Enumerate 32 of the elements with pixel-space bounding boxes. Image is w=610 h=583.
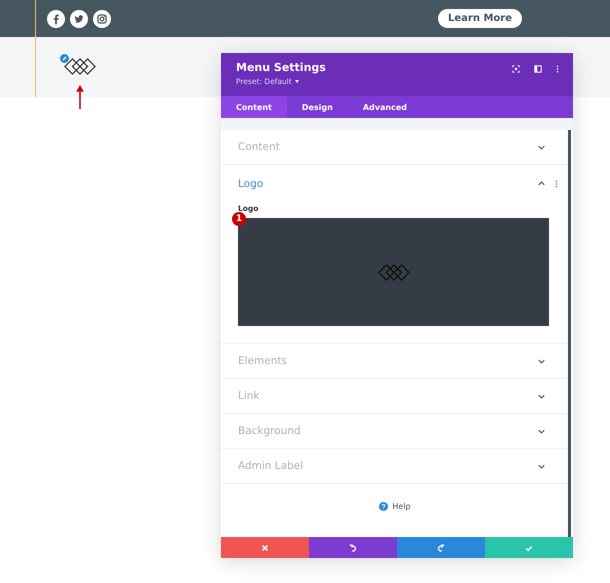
search-field[interactable] bbox=[221, 118, 573, 130]
redo-icon bbox=[437, 544, 445, 552]
more-icon[interactable] bbox=[556, 65, 559, 73]
number-badge: 1 bbox=[232, 212, 246, 226]
chevron-down-icon[interactable] bbox=[538, 358, 545, 364]
help-link[interactable]: Help bbox=[392, 502, 411, 511]
arrow-icon bbox=[75, 84, 85, 109]
facebook-icon[interactable] bbox=[47, 10, 65, 28]
section-title[interactable]: Logo bbox=[238, 178, 264, 190]
twitter-icon[interactable] bbox=[70, 10, 88, 28]
close-icon bbox=[261, 544, 269, 552]
chevron-down-icon[interactable] bbox=[538, 464, 545, 468]
tab[interactable]: Content bbox=[221, 96, 287, 118]
panel-title: Menu Settings bbox=[236, 61, 326, 74]
tab[interactable]: Advanced bbox=[348, 96, 422, 118]
logo-icon bbox=[64, 57, 96, 76]
logo-icon bbox=[378, 262, 410, 282]
caret-icon[interactable] bbox=[294, 80, 299, 83]
sidebar-icon[interactable] bbox=[534, 65, 542, 73]
pencil-icon[interactable] bbox=[60, 54, 69, 63]
instagram-icon[interactable] bbox=[93, 10, 111, 28]
checkmark-icon bbox=[525, 544, 533, 552]
more-icon[interactable] bbox=[555, 180, 558, 188]
chevron-down-icon[interactable] bbox=[538, 428, 545, 434]
chevron-down-icon[interactable] bbox=[538, 394, 545, 398]
undo-icon bbox=[349, 544, 357, 552]
tab[interactable]: Design bbox=[286, 96, 348, 118]
expand-icon[interactable] bbox=[512, 65, 520, 73]
chevron-up-icon[interactable] bbox=[538, 181, 545, 186]
chevron-down-icon[interactable] bbox=[538, 144, 545, 150]
help-icon[interactable] bbox=[379, 502, 388, 511]
learn-more-button[interactable]: Learn More bbox=[438, 9, 522, 28]
